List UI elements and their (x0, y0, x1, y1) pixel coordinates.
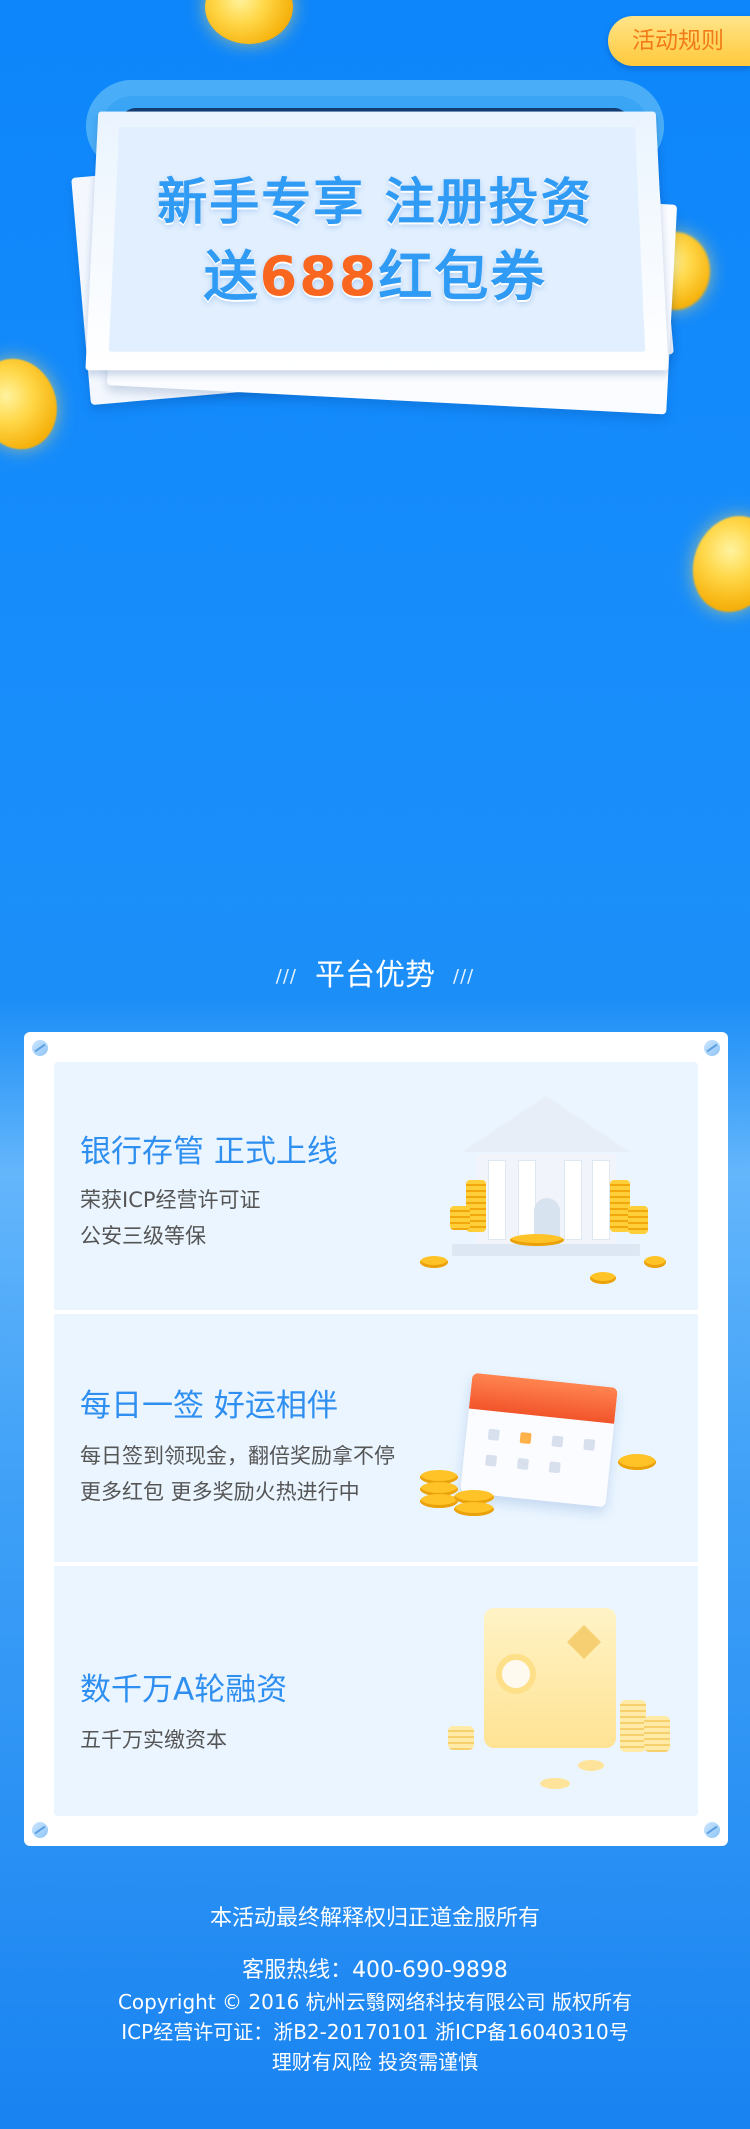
feature-description: 五千万实缴资本 (80, 1728, 227, 1752)
decorative-slashes: /// (453, 966, 475, 987)
decorative-slashes: /// (275, 966, 297, 987)
section-title: 平台优势 (315, 958, 435, 993)
footer-license: ICP经营许可证：浙B2-20170101 浙ICP备16040310号 (121, 2020, 629, 2044)
advantages-panel: 银行存管 正式上线 荣获ICP经营许可证 公安三级等保 每日一签 好运相伴 每日… (24, 1032, 728, 1846)
activity-rules-button[interactable]: 活动规则 (608, 16, 750, 66)
feature-title: 数千万A轮融资 (80, 1672, 288, 1708)
feature-card-checkin: 每日一签 好运相伴 每日签到领现金，翻倍奖励拿不停 更多红包 更多奖励火热进行中 (54, 1314, 698, 1562)
feature-card-funding: 数千万A轮融资 五千万实缴资本 (54, 1566, 698, 1816)
footer-copyright: Copyright © 2016 杭州云翳网络科技有限公司 版权所有 (117, 1990, 633, 2014)
bank-icon (414, 1088, 674, 1284)
hero-title-suffix: 红包券 (378, 245, 547, 308)
screw-icon (704, 1822, 720, 1838)
footer-hotline: 客服热线：400-690-9898 (242, 1958, 508, 1983)
calendar-icon (420, 1372, 684, 1542)
hero-title-line2: 送688红包券 (0, 232, 750, 311)
section-heading: /// 平台优势 /// (0, 950, 750, 994)
safe-icon (444, 1590, 674, 1790)
hero-amount: 688 (259, 245, 379, 308)
coin-icon (679, 504, 750, 624)
hero-title-prefix: 送 (203, 245, 260, 308)
feature-description: 荣获ICP经营许可证 (80, 1188, 261, 1212)
feature-description: 公安三级等保 (80, 1224, 206, 1248)
screw-icon (32, 1822, 48, 1838)
footer-disclaimer: 本活动最终解释权归正道金服所有 (209, 1906, 540, 1931)
feature-card-bank: 银行存管 正式上线 荣获ICP经营许可证 公安三级等保 (54, 1062, 698, 1310)
feature-description: 更多红包 更多奖励火热进行中 (80, 1480, 360, 1504)
feature-title: 银行存管 正式上线 (80, 1134, 338, 1170)
screw-icon (32, 1040, 48, 1056)
hero-title-line1: 新手专享 注册投资 (157, 173, 593, 231)
feature-title: 每日一签 好运相伴 (80, 1388, 338, 1424)
feature-description: 每日签到领现金，翻倍奖励拿不停 (80, 1444, 395, 1468)
screw-icon (704, 1040, 720, 1056)
footer-risk-notice: 理财有风险 投资需谨慎 (271, 2050, 479, 2074)
